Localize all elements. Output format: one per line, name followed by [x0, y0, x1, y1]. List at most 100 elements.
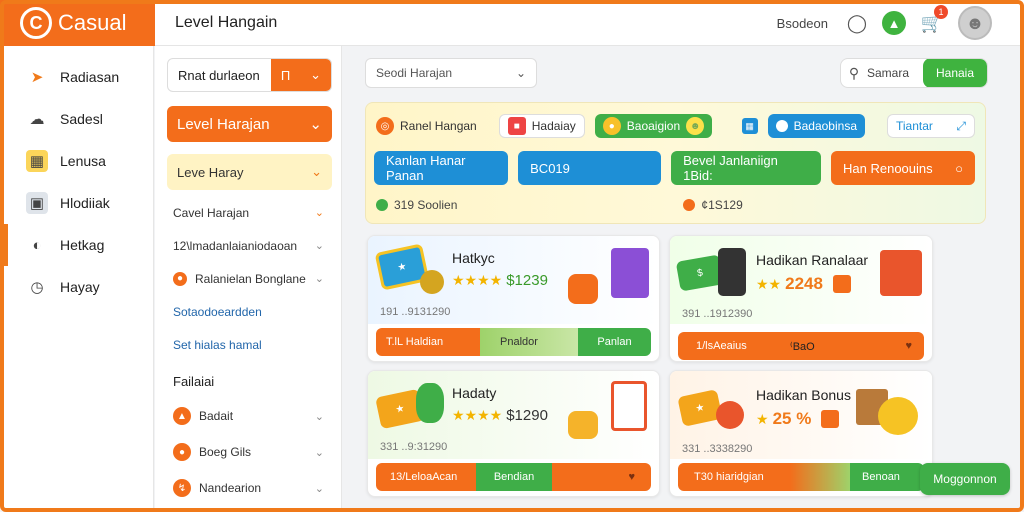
- card-action[interactable]: T.lL Haldian: [376, 328, 480, 356]
- action-button[interactable]: BC019: [518, 151, 662, 185]
- chevron-down-icon: ⌄: [314, 410, 324, 423]
- card-action[interactable]: ♥: [552, 463, 651, 491]
- moneybag-icon: [416, 383, 444, 423]
- user-name[interactable]: Bsodeon: [777, 16, 828, 31]
- panel-chip[interactable]: ■ Hadaiay: [498, 114, 585, 138]
- card-action-bar: 13/LeloaAcan Bendian ♥: [376, 463, 651, 491]
- chevron-down-icon: ⌄: [314, 273, 324, 285]
- rating-stars: ★★ 2248: [756, 274, 851, 294]
- lightbulb-icon[interactable]: ◯: [846, 12, 868, 34]
- subnav-item[interactable]: ▲ Badait ⌄: [155, 398, 342, 434]
- search-box-right[interactable]: ⚲ Samara Hanaia: [840, 58, 988, 88]
- page-title: Level Hangain: [175, 13, 278, 31]
- jar-icon: [568, 274, 598, 304]
- product-card[interactable]: ★ Hatkyc ★★★★ $1239 191 ..9131290 T.lL Ha…: [367, 235, 660, 362]
- card-action[interactable]: Pnaldor: [480, 328, 578, 356]
- calendar-icon[interactable]: ▦: [741, 118, 758, 134]
- heart-icon: ♥: [905, 340, 912, 352]
- subnav-link[interactable]: Sotaodoeardden: [155, 295, 342, 328]
- panel-title: ◎ Ranel Hangan: [376, 114, 485, 138]
- subnav-section-header: Failaiai: [173, 374, 215, 389]
- profile-badge-icon[interactable]: ▲: [882, 11, 906, 35]
- rocket-icon: ➤: [30, 69, 44, 86]
- filter-text: Rnat durlaeon: [178, 67, 260, 83]
- product-card[interactable]: ★ Hadikan Bonus ★ 25 % 331 ..3338290 T30 …: [669, 370, 933, 497]
- card-action[interactable]: 1/lsAeaius: [678, 332, 778, 360]
- card-action[interactable]: T30 hiaridgian: [678, 463, 790, 491]
- lightning-icon: ↯: [173, 479, 191, 497]
- card-title: Hatkyc: [452, 250, 495, 266]
- subnav-item[interactable]: ● Boeg Gils ⌄: [155, 434, 342, 470]
- card-meta: 331 ..3338290: [682, 443, 753, 455]
- action-button[interactable]: Han Renoouins ○: [831, 151, 975, 185]
- card-action-bar: 1/lsAeaius ⁽BaO ♥: [678, 332, 924, 360]
- level-button[interactable]: Level Harajan ⌄: [167, 106, 332, 142]
- level-select[interactable]: Leve Haray ⌄: [167, 154, 332, 190]
- filter-field[interactable]: Rnat durlaeon Π ⌄: [167, 58, 332, 92]
- cart-count-badge: 1: [934, 5, 948, 19]
- chart-icon: ▦: [26, 150, 48, 172]
- circle-icon: [775, 120, 788, 132]
- chevron-down-icon: ⌄: [314, 240, 324, 252]
- clock-icon: ◷: [30, 279, 44, 296]
- card-action[interactable]: [790, 463, 850, 491]
- product-card[interactable]: ★ Hadaty ★★★★ $1290 331 ..9:31290 13/Lelo…: [367, 370, 660, 497]
- brand-logo-icon: C: [20, 7, 52, 39]
- action-button[interactable]: Bevel Janlaniign 1Bid:: [671, 151, 822, 185]
- chevron-down-icon: ⌄: [310, 67, 322, 82]
- brand[interactable]: C Casual: [0, 0, 155, 46]
- subnav-item[interactable]: 12\lmadanlaianiodaoan ⌄: [155, 229, 342, 262]
- card-action-bar: T30 hiaridgian Benoan: [678, 463, 924, 491]
- card-title: Hadaty: [452, 385, 497, 401]
- sidebar-item-radiasan[interactable]: ➤ Radiasan: [4, 56, 153, 98]
- card-action[interactable]: 13/LeloaAcan: [376, 463, 476, 491]
- sidebar-item-hlodiiak[interactable]: ▣ Hlodiiak: [4, 182, 153, 224]
- chevron-down-icon: ⌄: [309, 116, 322, 133]
- panel-chip[interactable]: Tiantar ⤢: [887, 114, 975, 138]
- mascot-icon: [878, 397, 918, 435]
- flame-icon: ▲: [173, 407, 191, 425]
- search-button[interactable]: Hanaia: [923, 59, 987, 87]
- card-price: 2248: [785, 274, 823, 293]
- sidebar-item-hetkag[interactable]: ◐ Hetkag: [4, 224, 153, 266]
- cart-icon[interactable]: 🛒 1: [920, 5, 948, 35]
- subnav-item[interactable]: ↯ Nandearion ⌄: [155, 470, 342, 506]
- coin-icon: ●: [602, 117, 621, 135]
- sidebar-item-sadesl[interactable]: ☁ Sadesl: [4, 98, 153, 140]
- card-action[interactable]: Bendian: [476, 463, 552, 491]
- card-action[interactable]: Benoan: [850, 463, 924, 491]
- card-meta: 391 ..1912390: [682, 308, 753, 320]
- subnav-item[interactable]: ● Ralanielan Bonglane ⌄: [155, 262, 342, 295]
- subnav-link[interactable]: Set hialas hamal: [155, 328, 342, 361]
- rating-stars: ★★★★ $1239: [452, 272, 548, 289]
- card-action[interactable]: Panlan: [578, 328, 651, 356]
- panel-stat: 319 Soolien: [376, 195, 457, 215]
- globe-icon: ◐: [32, 236, 42, 254]
- product-card[interactable]: $ Hadikan Ranalaar ★★ 2248 391 ..1912390 …: [669, 235, 933, 362]
- chevron-down-icon: ⌄: [515, 66, 526, 80]
- panel-stat: ¢1S129: [683, 195, 743, 215]
- action-button[interactable]: Kanlan Hanar Panan: [374, 151, 509, 185]
- search-icon: ⚲: [848, 64, 860, 81]
- panel-chip[interactable]: ● Baoaigion ☻: [594, 114, 713, 138]
- card-action-bar: T.lL Haldian Pnaldor Panlan: [376, 328, 651, 356]
- card-meta: 331 ..9:31290: [380, 441, 448, 453]
- chevron-down-icon: ⌄: [314, 446, 324, 459]
- subnav-item[interactable]: Cavel Harajan ⌄: [155, 196, 342, 229]
- card-price: $1239: [506, 272, 548, 289]
- sidebar-item-hayay[interactable]: ◷ Hayay: [4, 266, 153, 308]
- fire-icon: [683, 199, 696, 211]
- filter-button[interactable]: Π ⌄: [271, 59, 331, 91]
- gift-icon: ●: [173, 271, 187, 286]
- card-icon: [611, 381, 647, 431]
- search-input[interactable]: Seodi Harajan ⌄: [365, 58, 537, 88]
- target-icon: ◎: [376, 117, 394, 135]
- panel-chip[interactable]: Badaobinsa: [767, 114, 865, 138]
- card-action[interactable]: ⁽BaO ♥: [778, 332, 924, 360]
- book-icon: ▣: [26, 192, 48, 214]
- sidebar-item-lenusa[interactable]: ▦ Lenusa: [4, 140, 153, 182]
- coin-icon: ○: [955, 160, 963, 176]
- avatar[interactable]: ☻: [958, 6, 992, 40]
- coin-icon: ●: [173, 443, 191, 461]
- floating-action-button[interactable]: Moggonnon: [920, 463, 1010, 495]
